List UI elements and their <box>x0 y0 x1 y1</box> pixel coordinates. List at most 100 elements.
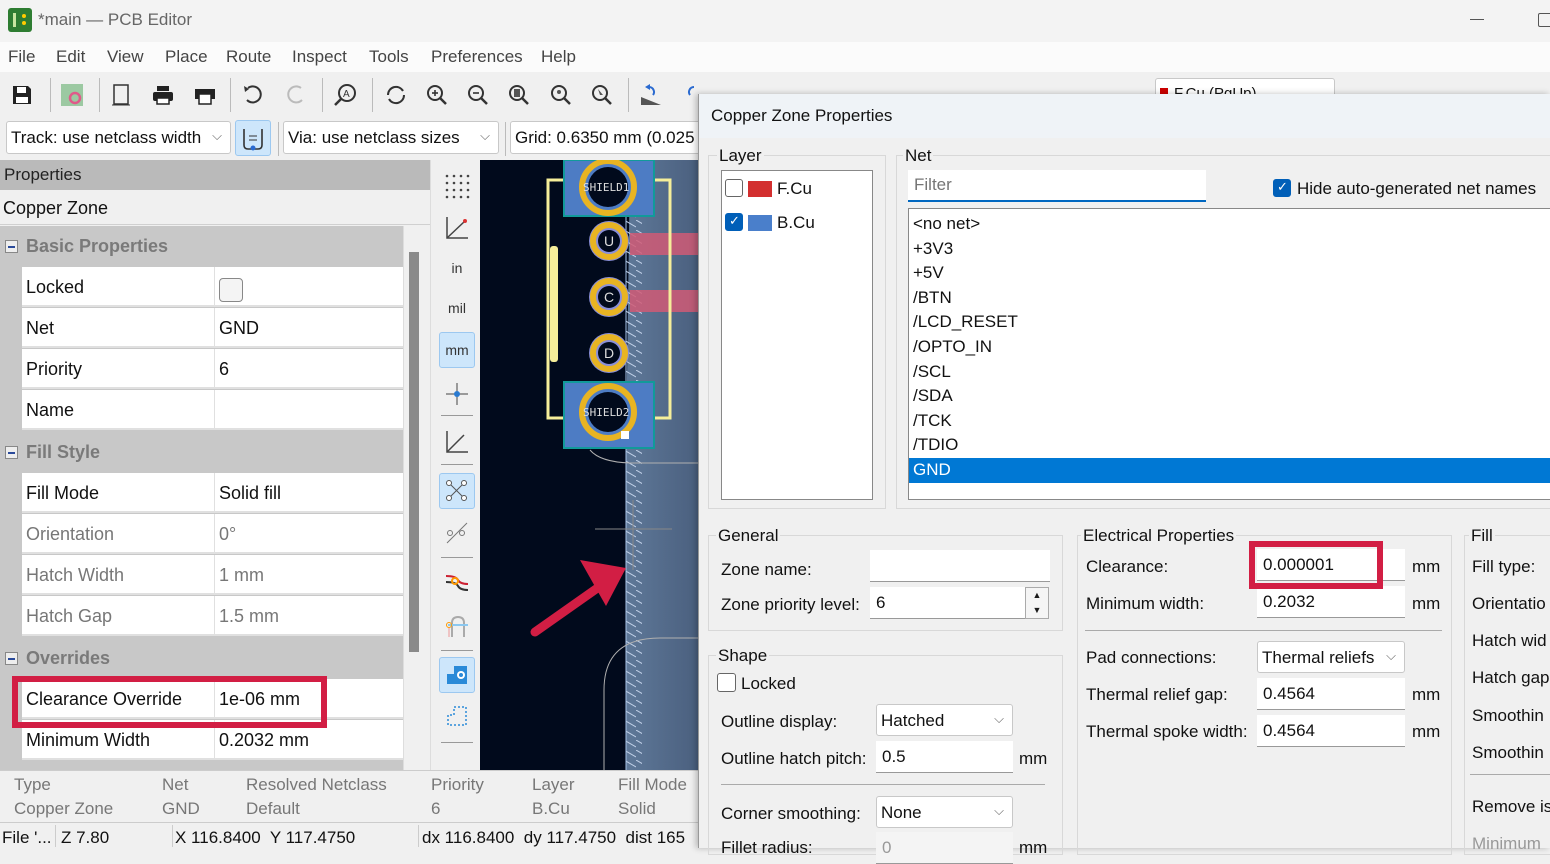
full-crosshair-icon[interactable] <box>439 376 475 412</box>
menu-inspect[interactable]: Inspect <box>292 47 347 67</box>
zone-fill-display-icon[interactable] <box>439 657 475 693</box>
net-list-item[interactable]: /BTN <box>909 286 1550 311</box>
layer-select[interactable]: F.Cu (PgUp) <box>1155 78 1335 94</box>
bcu-checkbox[interactable] <box>725 213 743 231</box>
property-value[interactable]: 0.2032 mm <box>219 730 309 751</box>
net-list[interactable]: <no net> +3V3 +5V/BTN/LCD_RESET/OPTO_IN/SC… <box>908 208 1550 500</box>
section-title: Overrides <box>26 648 111 668</box>
property-row-net[interactable]: Net GND <box>22 308 403 348</box>
track-display-icon[interactable] <box>439 608 475 644</box>
net-filter-input[interactable] <box>908 170 1206 202</box>
rotate-ccw-icon[interactable] <box>636 80 666 110</box>
locked-checkbox[interactable] <box>219 278 243 302</box>
min-width-input[interactable]: 0.2032 <box>1257 586 1405 618</box>
hide-auto-generated-checkbox[interactable] <box>1273 179 1291 197</box>
board-setup-icon[interactable] <box>57 80 87 110</box>
fcu-track <box>630 290 700 312</box>
section-fill-style[interactable]: Fill Style <box>0 432 403 473</box>
undo-icon[interactable] <box>238 80 268 110</box>
grid-select[interactable]: Grid: 0.6350 mm (0.025 <box>510 121 710 154</box>
menu-tools[interactable]: Tools <box>369 47 409 67</box>
property-value[interactable]: GND <box>219 318 259 339</box>
property-key: Name <box>26 400 75 420</box>
angle-constraint-icon[interactable] <box>439 424 475 460</box>
fcu-checkbox[interactable] <box>725 179 743 197</box>
menu-view[interactable]: View <box>107 47 144 67</box>
net-list-item[interactable]: /TCK <box>909 409 1550 434</box>
ratsnest-icon[interactable] <box>439 473 475 509</box>
min-width-label: Minimum width: <box>1086 594 1205 613</box>
section-basic-properties[interactable]: Basic Properties <box>0 226 403 267</box>
menu-place[interactable]: Place <box>165 47 208 67</box>
section-overrides[interactable]: Overrides <box>0 638 403 679</box>
net-list-item[interactable]: /SDA <box>909 384 1550 409</box>
save-icon[interactable] <box>7 80 37 110</box>
track-width-select[interactable]: Track: use netclass width ⌵ <box>6 121 231 154</box>
units-inches-icon[interactable]: in <box>439 250 475 286</box>
polar-coords-icon[interactable] <box>439 210 475 246</box>
net-list-item[interactable]: /SCL <box>909 360 1550 385</box>
thermal-relief-gap-input[interactable]: 0.4564 <box>1257 678 1405 710</box>
layer-item-fcu[interactable]: F.Cu <box>722 175 872 203</box>
find-icon[interactable]: A <box>330 80 360 110</box>
zone-outline-display-icon[interactable] <box>439 698 475 734</box>
net-list-item[interactable]: GND <box>909 458 1550 483</box>
net-list-item[interactable]: /OPTO_IN <box>909 335 1550 360</box>
outline-display-select[interactable]: Hatched ⌵ <box>876 704 1013 736</box>
net-list-item[interactable]: /LCD_RESET <box>909 310 1550 335</box>
collapse-icon[interactable] <box>5 652 18 665</box>
net-highlight-icon[interactable] <box>439 565 475 601</box>
menu-preferences[interactable]: Preferences <box>431 47 523 67</box>
refresh-icon[interactable] <box>381 80 411 110</box>
pcb-canvas[interactable]: SHIELD1 U C D SHIELD2 <box>480 160 700 770</box>
selected-item-type: Copper Zone <box>0 190 430 225</box>
property-value[interactable]: 6 <box>219 359 229 380</box>
menu-edit[interactable]: Edit <box>56 47 85 67</box>
scrollbar-thumb[interactable] <box>409 252 419 652</box>
via-size-select[interactable]: Via: use netclass sizes ⌵ <box>283 121 499 154</box>
menu-help[interactable]: Help <box>541 47 576 67</box>
thermal-spoke-width-input[interactable]: 0.4564 <box>1257 715 1405 747</box>
zone-priority-label: Zone priority level: <box>721 595 860 614</box>
zoom-in-icon[interactable] <box>422 80 452 110</box>
zoom-objects-icon[interactable] <box>546 80 576 110</box>
property-value[interactable]: Solid fill <box>219 483 281 504</box>
units-mm-icon[interactable]: mm <box>439 332 475 368</box>
priority-spinner[interactable]: ▲ ▼ <box>1025 587 1049 619</box>
grid-dots-icon[interactable] <box>439 168 475 204</box>
property-key: Net <box>26 318 55 338</box>
zone-priority-input[interactable]: 6 <box>870 587 1025 619</box>
net-list-item[interactable]: +5V <box>909 261 1550 286</box>
minimize-button[interactable] <box>1470 19 1484 20</box>
zoom-selection-icon[interactable] <box>587 80 617 110</box>
net-list-item[interactable]: <no net> <box>909 212 1550 237</box>
redo-icon[interactable] <box>281 80 311 110</box>
menu-file[interactable]: File <box>8 47 35 67</box>
zone-name-input[interactable] <box>870 550 1050 582</box>
plot-icon[interactable] <box>190 80 220 110</box>
net-list-item[interactable]: +3V3 <box>909 237 1550 262</box>
pad-connections-select[interactable]: Thermal reliefs ⌵ <box>1257 641 1405 673</box>
property-row-fill-mode[interactable]: Fill Mode Solid fill <box>22 473 403 513</box>
zoom-fit-icon[interactable] <box>504 80 534 110</box>
thermal-spoke-width-unit: mm <box>1412 722 1441 741</box>
zoom-out-icon[interactable] <box>463 80 493 110</box>
layer-item-bcu[interactable]: B.Cu <box>722 209 872 237</box>
units-mils-icon[interactable]: mil <box>439 290 475 326</box>
shape-locked-checkbox[interactable] <box>717 673 736 692</box>
property-row-locked[interactable]: Locked <box>22 267 403 307</box>
property-row-priority[interactable]: Priority 6 <box>22 349 403 389</box>
shape-group-title: Shape <box>716 646 770 666</box>
corner-smoothing-select[interactable]: None ⌵ <box>876 796 1013 828</box>
maximize-button[interactable] <box>1538 13 1550 27</box>
auto-track-width-button[interactable] <box>235 120 271 156</box>
net-list-item[interactable]: /TDIO <box>909 433 1550 458</box>
print-icon[interactable] <box>148 80 178 110</box>
property-row-name[interactable]: Name <box>22 390 403 430</box>
hatch-pitch-input[interactable]: 0.5 <box>876 741 1013 773</box>
collapse-icon[interactable] <box>5 446 18 459</box>
curved-ratsnest-icon[interactable] <box>439 515 475 551</box>
menu-route[interactable]: Route <box>226 47 271 67</box>
collapse-icon[interactable] <box>5 240 18 253</box>
page-settings-icon[interactable] <box>106 80 136 110</box>
